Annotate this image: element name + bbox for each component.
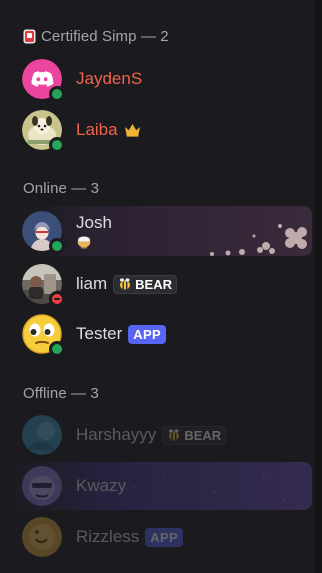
scrollbar-track[interactable] <box>314 0 322 573</box>
section-header-offline: Offline — 3 <box>23 385 99 402</box>
section-title: Offline — 3 <box>23 385 99 402</box>
avatar[interactable] <box>22 466 62 506</box>
member-item-kwazy[interactable]: Kwazy <box>14 462 312 510</box>
avatar[interactable] <box>22 59 65 102</box>
member-item-jaydens[interactable]: JaydenS <box>14 56 312 102</box>
app-tag-badge: APP <box>145 527 183 547</box>
member-item-rizzless[interactable]: Rizzless APP <box>14 514 312 560</box>
bee-icon <box>169 429 180 441</box>
guild-tag-badge[interactable]: BEAR <box>113 274 178 294</box>
status-online-icon <box>49 137 65 153</box>
member-item-tester[interactable]: Tester APP <box>14 311 312 357</box>
section-header-online: Online — 3 <box>23 180 99 197</box>
avatar[interactable] <box>22 264 65 307</box>
yellow-avatar <box>22 517 62 557</box>
member-list-panel: Certified Simp — 2 JaydenS Laiba Online … <box>0 0 322 573</box>
role-badge-icon <box>23 29 36 44</box>
member-name: Tester <box>76 324 123 343</box>
member-name: Rizzless <box>76 527 140 546</box>
member-name: Josh <box>76 213 112 232</box>
crown-icon[interactable] <box>124 123 141 137</box>
role-header-certified-simp: Certified Simp — 2 <box>23 28 169 45</box>
avatar[interactable] <box>22 415 62 455</box>
guild-tag-badge[interactable]: BEAR <box>162 425 227 445</box>
avatar[interactable] <box>22 110 65 153</box>
member-name: liam <box>76 274 108 293</box>
status-online-icon <box>49 341 65 357</box>
member-item-laiba[interactable]: Laiba <box>14 107 312 153</box>
bee-icon <box>120 278 131 290</box>
section-title: Certified Simp — 2 <box>41 28 169 45</box>
avatar[interactable] <box>22 517 62 557</box>
purple-avatar <box>22 466 62 506</box>
status-online-icon <box>49 86 65 102</box>
section-title: Online — 3 <box>23 180 100 197</box>
guild-tag-label: BEAR <box>184 427 222 443</box>
avatar[interactable] <box>22 211 65 254</box>
member-name: Laiba <box>76 120 118 139</box>
rice-bowl-icon <box>77 236 91 249</box>
avatar[interactable] <box>22 314 65 357</box>
guild-tag-label: BEAR <box>135 276 173 292</box>
member-name: Kwazy <box>76 476 127 495</box>
member-name: JaydenS <box>76 69 143 88</box>
member-item-josh[interactable]: Josh <box>14 206 312 256</box>
blue-avatar <box>22 415 62 455</box>
member-item-liam[interactable]: liam BEAR <box>14 261 312 307</box>
status-online-icon <box>49 238 65 254</box>
app-tag-badge: APP <box>128 324 166 344</box>
member-item-harshayyy[interactable]: Harshayyy BEAR <box>14 412 312 458</box>
status-dnd-icon <box>49 291 65 307</box>
member-name: Harshayyy <box>76 425 157 444</box>
